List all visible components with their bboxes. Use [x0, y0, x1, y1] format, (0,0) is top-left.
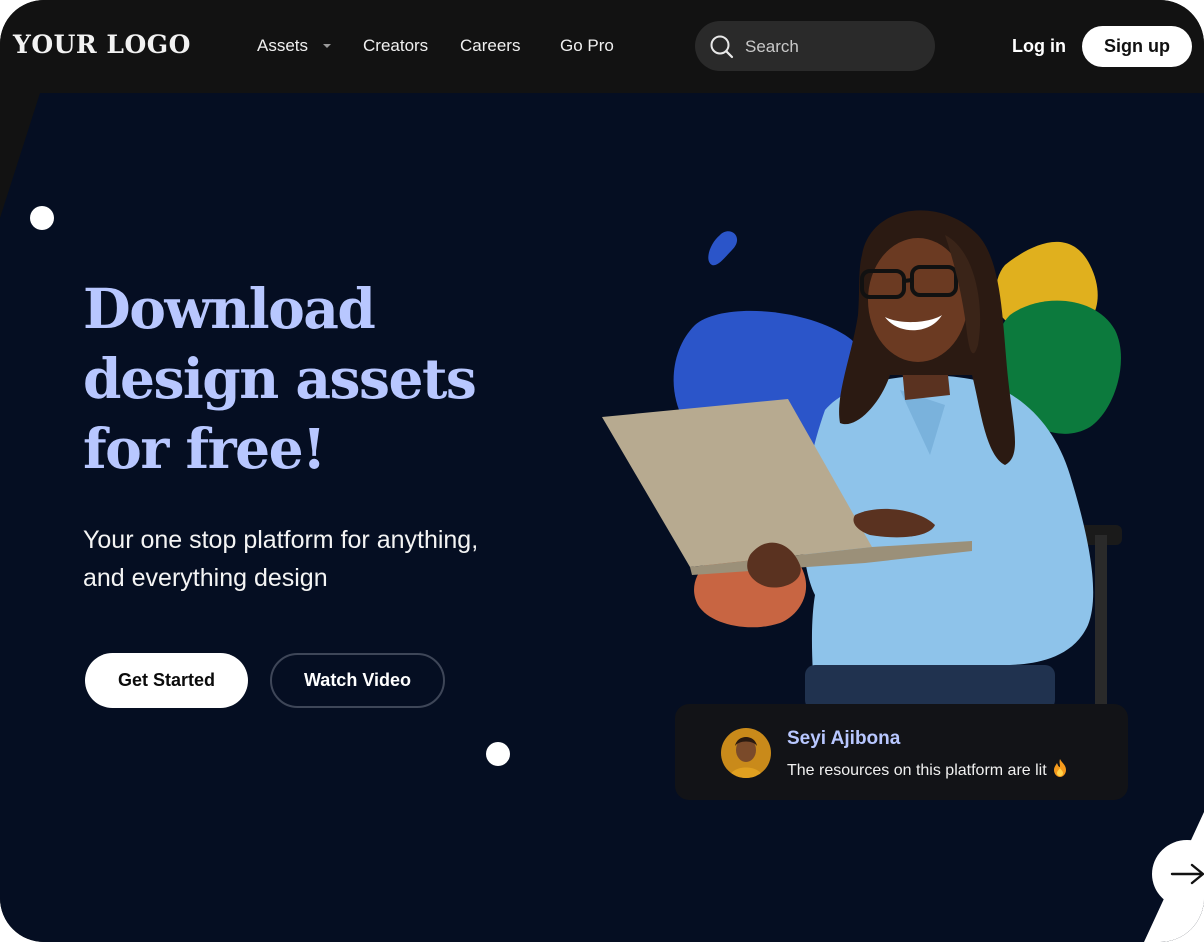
testimonial-quote: The resources on this platform are lit: [787, 758, 1070, 780]
decorative-wedge: [0, 93, 40, 218]
fire-icon: [1053, 759, 1066, 777]
nav-assets[interactable]: Assets: [257, 36, 308, 56]
hero-illustration: [602, 210, 1122, 710]
search-input[interactable]: [743, 21, 927, 73]
search-bar[interactable]: [695, 21, 935, 73]
headline-line: design assets: [83, 346, 477, 411]
chevron-down-icon[interactable]: [323, 44, 331, 48]
headline-line: Download: [83, 276, 376, 341]
testimonial-card: Seyi Ajibona The resources on this platf…: [675, 704, 1128, 800]
site-logo[interactable]: YOUR LOGO: [13, 30, 191, 59]
hero-subtitle: Your one stop platform for anything, and…: [83, 521, 553, 597]
search-icon: [710, 35, 734, 59]
site-header: YOUR LOGO Assets Creators Careers Go Pro…: [0, 0, 1204, 93]
avatar: [721, 728, 771, 778]
get-started-button[interactable]: Get Started: [85, 653, 248, 708]
nav-careers[interactable]: Careers: [460, 36, 520, 56]
hero-headline: Download design assets for free!: [83, 274, 523, 484]
arrow-right-icon: [1170, 863, 1204, 885]
login-link[interactable]: Log in: [1012, 36, 1066, 57]
decorative-dot: [30, 206, 54, 230]
nav-go-pro[interactable]: Go Pro: [560, 36, 614, 56]
watch-video-button[interactable]: Watch Video: [270, 653, 445, 708]
headline-line: for free!: [83, 416, 326, 481]
signup-button[interactable]: Sign up: [1082, 26, 1192, 67]
testimonial-author: Seyi Ajibona: [787, 728, 901, 749]
testimonial-quote-text: The resources on this platform are lit: [787, 762, 1047, 779]
decorative-dot: [486, 742, 510, 766]
app-frame: YOUR LOGO Assets Creators Careers Go Pro…: [0, 0, 1204, 942]
subtitle-line: and everything design: [83, 564, 328, 592]
subtitle-line: Your one stop platform for anything,: [83, 526, 479, 554]
nav-creators[interactable]: Creators: [363, 36, 428, 56]
